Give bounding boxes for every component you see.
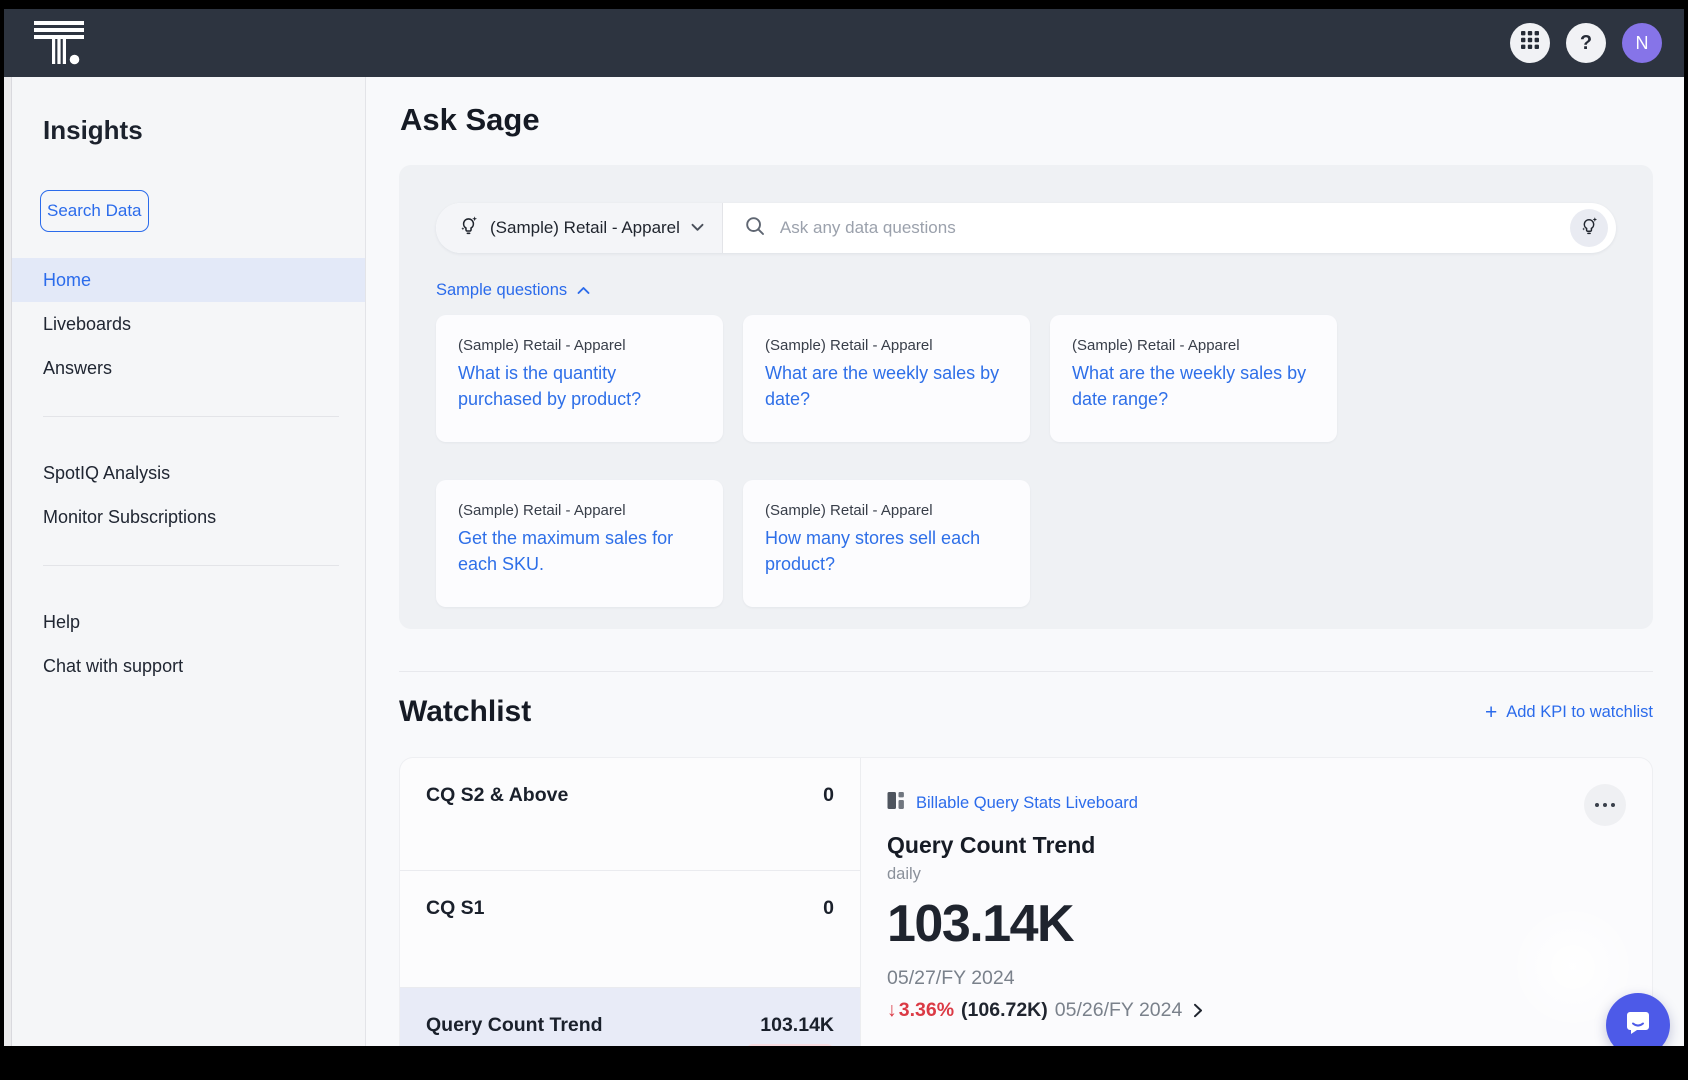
sage-search-bar: (Sample) Retail - Apparel bbox=[436, 203, 1616, 253]
ellipsis-icon bbox=[1611, 803, 1615, 807]
kpi-frequency: daily bbox=[887, 865, 1626, 884]
kpi-detail-title: Query Count Trend bbox=[887, 832, 1626, 859]
data-source-name: (Sample) Retail - Apparel bbox=[490, 218, 680, 238]
plus-icon: + bbox=[1485, 702, 1497, 723]
chevron-right-icon[interactable] bbox=[1193, 1003, 1203, 1018]
card-source-label: (Sample) Retail - Apparel bbox=[1072, 337, 1315, 354]
sample-question-row: (Sample) Retail - Apparel What is the qu… bbox=[436, 315, 1616, 442]
sidebar-item-home[interactable]: Home bbox=[12, 258, 365, 302]
kpi-value: 0 bbox=[823, 897, 834, 920]
sage-lightbulb-icon bbox=[1579, 216, 1599, 241]
change-percent: ↓ 3.36% bbox=[887, 999, 954, 1022]
kpi-list: CQ S2 & Above 0 CQ S1 0 Query Count Tren… bbox=[400, 758, 861, 1046]
user-avatar[interactable]: N bbox=[1622, 23, 1662, 63]
kpi-list-item-selected[interactable]: Query Count Trend 103.14K bbox=[400, 988, 860, 1046]
kpi-name: Query Count Trend bbox=[426, 1014, 603, 1037]
left-edge-strip bbox=[4, 77, 12, 1046]
card-source-label: (Sample) Retail - Apparel bbox=[458, 337, 701, 354]
down-arrow-icon: ↓ bbox=[887, 999, 897, 1022]
kpi-big-value: 103.14K bbox=[887, 894, 1626, 954]
sage-submit-button[interactable] bbox=[1570, 209, 1608, 247]
card-source-label: (Sample) Retail - Apparel bbox=[458, 502, 701, 519]
sample-question-card[interactable]: (Sample) Retail - Apparel How many store… bbox=[743, 480, 1030, 607]
liveboard-link[interactable]: Billable Query Stats Liveboard bbox=[916, 794, 1138, 813]
watchlist-panel: CQ S2 & Above 0 CQ S1 0 Query Count Tren… bbox=[399, 757, 1653, 1046]
card-question-link[interactable]: What are the weekly sales by date? bbox=[765, 361, 1008, 412]
question-mark-icon: ? bbox=[1580, 32, 1592, 55]
kpi-list-item[interactable]: CQ S1 0 bbox=[400, 871, 860, 988]
sage-lightbulb-icon bbox=[458, 215, 479, 241]
sidebar-nav-secondary: SpotIQ Analysis Monitor Subscriptions bbox=[12, 451, 365, 539]
app-switcher-button[interactable] bbox=[1510, 23, 1550, 63]
add-kpi-to-watchlist-link[interactable]: + Add KPI to watchlist bbox=[1485, 702, 1653, 723]
sidebar-item-spotiq-analysis[interactable]: SpotIQ Analysis bbox=[12, 451, 365, 495]
search-data-button[interactable]: Search Data bbox=[40, 190, 149, 232]
card-question-link[interactable]: What are the weekly sales by date range? bbox=[1072, 361, 1315, 412]
compare-date: 05/26/FY 2024 bbox=[1055, 999, 1183, 1022]
sidebar-item-help[interactable]: Help bbox=[12, 600, 365, 644]
kpi-change-badge bbox=[746, 1044, 834, 1046]
thoughtspot-logo-icon[interactable] bbox=[34, 20, 84, 66]
chat-bubble-icon bbox=[1623, 1008, 1653, 1043]
kpi-date: 05/27/FY 2024 bbox=[887, 967, 1626, 990]
sidebar-divider bbox=[43, 565, 339, 566]
card-question-link[interactable]: How many stores sell each product? bbox=[765, 526, 1008, 577]
sample-question-card[interactable]: (Sample) Retail - Apparel What are the w… bbox=[1050, 315, 1337, 442]
grid-icon bbox=[1521, 31, 1539, 55]
chevron-down-icon bbox=[691, 219, 704, 237]
kpi-list-item[interactable]: CQ S2 & Above 0 bbox=[400, 758, 860, 871]
kpi-value: 103.14K bbox=[760, 1014, 834, 1037]
page-title: Ask Sage bbox=[400, 99, 1653, 141]
sidebar-nav-tertiary: Help Chat with support bbox=[12, 600, 365, 688]
sample-question-card[interactable]: (Sample) Retail - Apparel Get the maximu… bbox=[436, 480, 723, 607]
sample-question-card[interactable]: (Sample) Retail - Apparel What is the qu… bbox=[436, 315, 723, 442]
kpi-name: CQ S1 bbox=[426, 897, 485, 920]
liveboard-icon bbox=[887, 791, 906, 815]
ellipsis-icon bbox=[1595, 803, 1599, 807]
question-input-region bbox=[723, 203, 1570, 253]
sidebar-item-liveboards[interactable]: Liveboards bbox=[12, 302, 365, 346]
app-window: ? N Insights Search Data Home Liveboards… bbox=[4, 9, 1684, 1046]
add-kpi-label: Add KPI to watchlist bbox=[1506, 703, 1653, 722]
kpi-detail-card: Billable Query Stats Liveboard Query Cou… bbox=[861, 758, 1652, 1046]
card-source-label: (Sample) Retail - Apparel bbox=[765, 337, 1008, 354]
sidebar-nav-primary: Home Liveboards Answers bbox=[12, 258, 365, 390]
sample-question-card[interactable]: (Sample) Retail - Apparel What are the w… bbox=[743, 315, 1030, 442]
card-question-link[interactable]: What is the quantity purchased by produc… bbox=[458, 361, 701, 412]
section-divider bbox=[399, 671, 1653, 672]
kpi-value: 0 bbox=[823, 784, 834, 807]
chevron-up-icon bbox=[577, 281, 590, 300]
change-absolute: (106.72K) bbox=[961, 999, 1048, 1022]
question-input[interactable] bbox=[778, 217, 1570, 239]
main-content: Ask Sage (Sample) Retail - Ap bbox=[366, 77, 1684, 1046]
more-options-button[interactable] bbox=[1584, 784, 1626, 826]
sidebar-item-monitor-subscriptions[interactable]: Monitor Subscriptions bbox=[12, 495, 365, 539]
card-question-link[interactable]: Get the maximum sales for each SKU. bbox=[458, 526, 701, 577]
kpi-change-row: ↓ 3.36% (106.72K) 05/26/FY 2024 bbox=[887, 999, 1626, 1022]
sample-questions-label: Sample questions bbox=[436, 281, 567, 300]
sidebar-divider bbox=[43, 416, 339, 417]
sidebar-item-chat-with-support[interactable]: Chat with support bbox=[12, 644, 365, 688]
top-navigation-bar: ? N bbox=[4, 9, 1684, 77]
watchlist-title: Watchlist bbox=[399, 692, 531, 732]
sample-question-row: (Sample) Retail - Apparel Get the maximu… bbox=[436, 480, 1616, 607]
ellipsis-icon bbox=[1603, 803, 1607, 807]
avatar-initial: N bbox=[1636, 33, 1649, 54]
ask-sage-panel: (Sample) Retail - Apparel bbox=[399, 165, 1653, 629]
data-source-selector[interactable]: (Sample) Retail - Apparel bbox=[436, 203, 723, 253]
topbar-actions: ? N bbox=[1510, 23, 1662, 63]
kpi-name: CQ S2 & Above bbox=[426, 784, 568, 807]
search-icon bbox=[745, 216, 765, 241]
sidebar-item-answers[interactable]: Answers bbox=[12, 346, 365, 390]
card-source-label: (Sample) Retail - Apparel bbox=[765, 502, 1008, 519]
sidebar: Insights Search Data Home Liveboards Ans… bbox=[12, 77, 366, 1046]
sample-questions-toggle[interactable]: Sample questions bbox=[436, 281, 590, 300]
help-button[interactable]: ? bbox=[1566, 23, 1606, 63]
sidebar-title: Insights bbox=[43, 115, 365, 146]
